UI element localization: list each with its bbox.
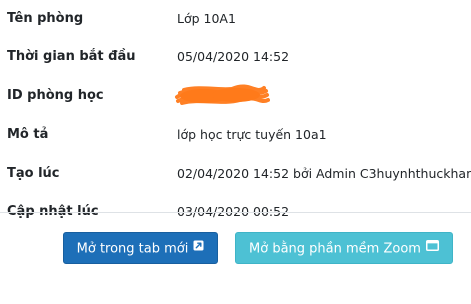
open-new-tab-label: Mở trong tab mới — [76, 241, 189, 257]
detail-row-created-at: Tạo lúc 02/04/2020 14:52 bởi Admin C3huy… — [0, 155, 471, 193]
room-name-label: Tên phòng — [7, 11, 84, 26]
created-at-value: 02/04/2020 14:52 bởi Admin C3huynhthuckh… — [177, 166, 471, 181]
external-link-icon — [193, 232, 204, 264]
divider — [0, 212, 471, 213]
room-name-value: Lớp 10A1 — [177, 11, 236, 26]
window-icon — [425, 232, 439, 264]
detail-row-room-name: Tên phòng Lớp 10A1 — [0, 0, 471, 38]
detail-row-start-time: Thời gian bắt đầu 05/04/2020 14:52 — [0, 38, 471, 76]
description-label: Mô tả — [7, 127, 49, 142]
open-new-tab-button[interactable]: Mở trong tab mới — [63, 232, 218, 264]
start-time-label: Thời gian bắt đầu — [7, 49, 136, 64]
start-time-value: 05/04/2020 14:52 — [177, 49, 290, 64]
room-id-label: ID phòng học — [7, 88, 104, 103]
description-value: lớp học trực tuyến 10a1 — [177, 127, 327, 142]
redaction-scribble — [175, 84, 270, 105]
open-zoom-label: Mở bằng phần mềm Zoom — [249, 241, 421, 257]
open-zoom-button[interactable]: Mở bằng phần mềm Zoom — [235, 232, 453, 264]
created-at-label: Tạo lúc — [7, 166, 60, 181]
detail-row-description: Mô tả lớp học trực tuyến 10a1 — [0, 116, 471, 154]
